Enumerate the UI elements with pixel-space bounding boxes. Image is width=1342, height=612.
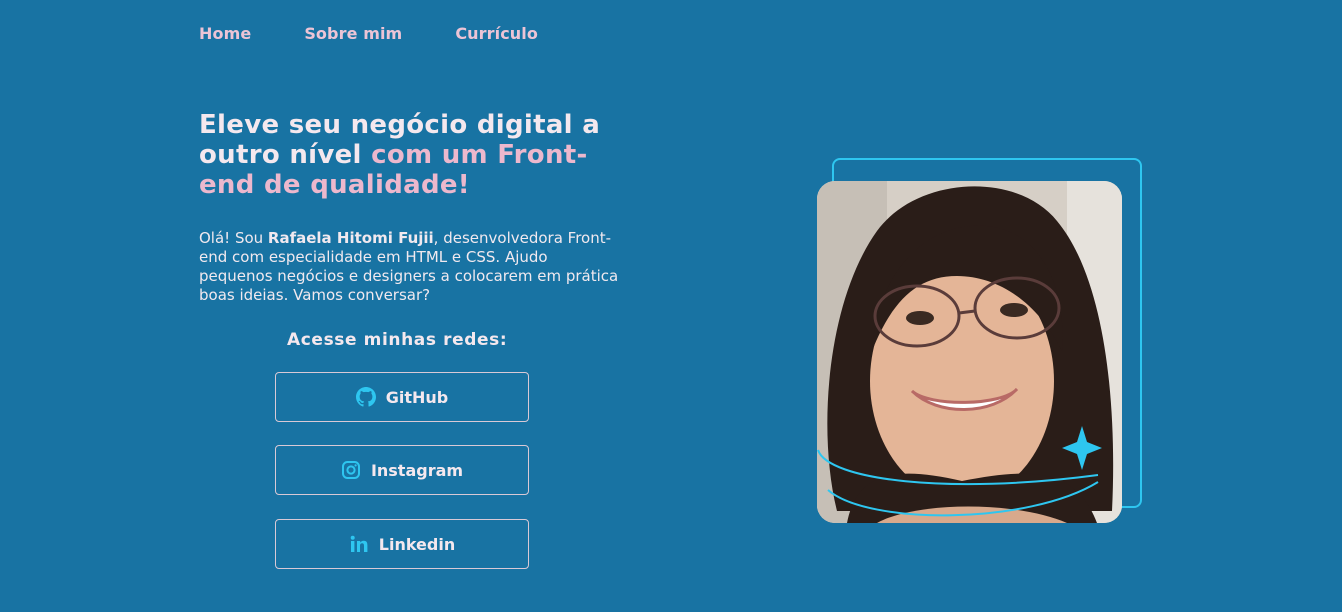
hero-title: Eleve seu negócio digital a outro nível … xyxy=(199,110,629,200)
instagram-icon xyxy=(341,460,361,480)
github-label: GitHub xyxy=(385,387,449,407)
linkedin-button[interactable]: Linkedin xyxy=(275,519,529,569)
nav-resume-link[interactable]: Currículo xyxy=(455,24,538,43)
github-button[interactable]: GitHub xyxy=(275,372,529,422)
intro-name: Rafaela Hitomi Fujii xyxy=(267,229,434,247)
intro-greeting: Olá! Sou xyxy=(199,229,268,247)
nav-home-link[interactable]: Home xyxy=(199,24,251,43)
top-nav: Home Sobre mim Currículo xyxy=(199,24,591,43)
instagram-button[interactable]: Instagram xyxy=(275,445,529,495)
socials-title: Acesse minhas redes: xyxy=(287,330,508,350)
nav-about-link[interactable]: Sobre mim xyxy=(304,24,402,43)
instagram-label: Instagram xyxy=(370,460,464,480)
profile-photo xyxy=(817,181,1122,523)
intro-text: Olá! Sou Rafaela Hitomi Fujii, desenvolv… xyxy=(199,229,619,305)
linkedin-label: Linkedin xyxy=(378,534,456,554)
linkedin-icon xyxy=(349,534,369,554)
github-icon xyxy=(355,387,376,407)
